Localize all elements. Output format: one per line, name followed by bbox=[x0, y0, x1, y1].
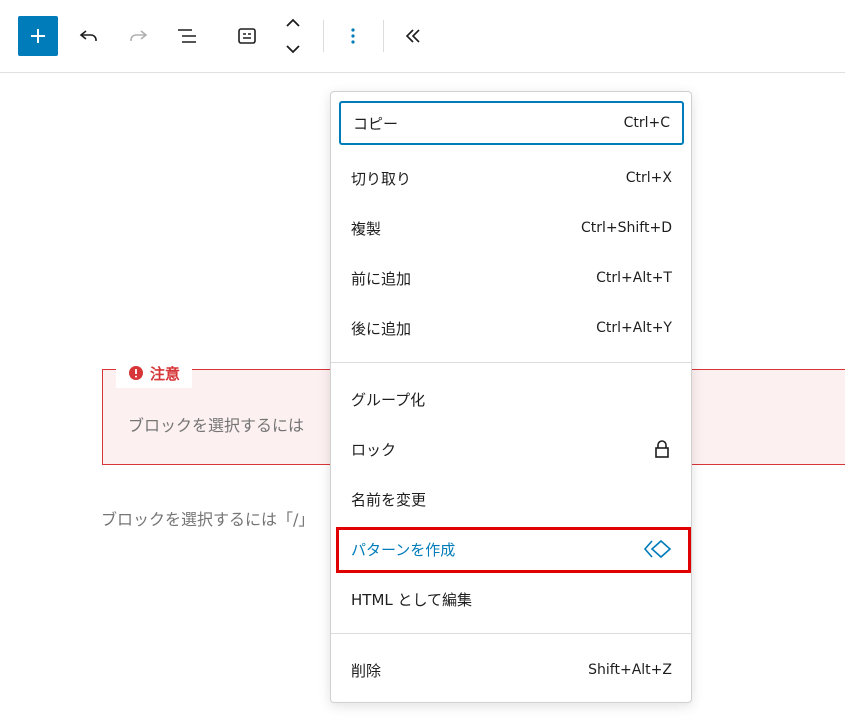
menu-item-label: 切り取り bbox=[351, 169, 412, 188]
list-view-icon bbox=[178, 29, 196, 43]
collapse-toolbar-button[interactable] bbox=[396, 17, 430, 55]
menu-item-copy[interactable]: コピー Ctrl+C bbox=[339, 101, 684, 145]
menu-item-duplicate[interactable]: 複製 Ctrl+Shift+D bbox=[339, 206, 684, 250]
menu-item-lock[interactable]: ロック bbox=[339, 427, 684, 471]
menu-divider bbox=[331, 633, 691, 634]
list-view-button[interactable] bbox=[170, 17, 204, 55]
menu-item-shortcut: Ctrl+Alt+T bbox=[596, 270, 672, 286]
menu-item-cut[interactable]: 切り取り Ctrl+X bbox=[339, 156, 684, 200]
menu-item-label: コピー bbox=[353, 114, 399, 133]
block-type-button[interactable] bbox=[230, 17, 264, 55]
menu-item-label: 前に追加 bbox=[351, 269, 412, 288]
menu-item-create-pattern[interactable]: パターンを作成 bbox=[339, 527, 684, 571]
collapse-icon bbox=[405, 29, 420, 43]
notice-label: 注意 bbox=[116, 358, 193, 388]
menu-item-label: ロック bbox=[351, 440, 397, 459]
menu-item-shortcut: Shift+Alt+Z bbox=[588, 662, 672, 678]
menu-item-insert-before[interactable]: 前に追加 Ctrl+Alt+T bbox=[339, 256, 684, 300]
menu-item-delete[interactable]: 削除 Shift+Alt+Z bbox=[339, 648, 684, 692]
toolbar-divider bbox=[383, 20, 384, 52]
notice-body-text[interactable]: ブロックを選択するには bbox=[128, 412, 304, 436]
toolbar-divider bbox=[323, 20, 324, 52]
block-options-menu: コピー Ctrl+C 切り取り Ctrl+X 複製 Ctrl+Shift+D 前… bbox=[330, 91, 692, 703]
menu-item-insert-after[interactable]: 後に追加 Ctrl+Alt+Y bbox=[339, 306, 684, 350]
more-vertical-icon bbox=[351, 28, 355, 44]
block-type-icon bbox=[238, 28, 256, 44]
redo-button[interactable] bbox=[121, 17, 155, 55]
menu-item-label: 後に追加 bbox=[351, 319, 412, 338]
menu-item-label: HTML として編集 bbox=[351, 590, 473, 609]
undo-icon bbox=[79, 30, 97, 41]
paragraph-placeholder[interactable]: ブロックを選択するには「/」 bbox=[101, 506, 314, 530]
menu-item-shortcut: Ctrl+Shift+D bbox=[581, 220, 672, 236]
editor-toolbar bbox=[0, 0, 845, 73]
menu-item-edit-html[interactable]: HTML として編集 bbox=[339, 577, 684, 621]
move-block-buttons[interactable] bbox=[278, 14, 308, 58]
undo-button[interactable] bbox=[72, 17, 106, 55]
menu-item-rename[interactable]: 名前を変更 bbox=[339, 477, 684, 521]
lock-icon bbox=[655, 440, 669, 458]
alert-icon bbox=[129, 366, 143, 380]
move-up-down-icon bbox=[286, 18, 300, 54]
menu-item-shortcut: Ctrl+Alt+Y bbox=[596, 320, 672, 336]
plus-icon bbox=[31, 29, 45, 43]
menu-item-label: パターンを作成 bbox=[351, 540, 456, 559]
menu-item-label: 名前を変更 bbox=[351, 490, 427, 509]
notice-label-text: 注意 bbox=[150, 364, 181, 383]
pattern-icon bbox=[644, 539, 672, 559]
add-block-button[interactable] bbox=[18, 16, 58, 56]
menu-item-label: グループ化 bbox=[351, 390, 426, 409]
menu-item-group[interactable]: グループ化 bbox=[339, 377, 684, 421]
menu-item-shortcut: Ctrl+C bbox=[623, 115, 670, 131]
menu-divider bbox=[331, 362, 691, 363]
options-button[interactable] bbox=[336, 17, 370, 55]
menu-item-label: 削除 bbox=[351, 661, 382, 680]
menu-item-label: 複製 bbox=[351, 219, 382, 238]
menu-item-shortcut: Ctrl+X bbox=[625, 170, 672, 186]
redo-icon bbox=[130, 30, 148, 41]
